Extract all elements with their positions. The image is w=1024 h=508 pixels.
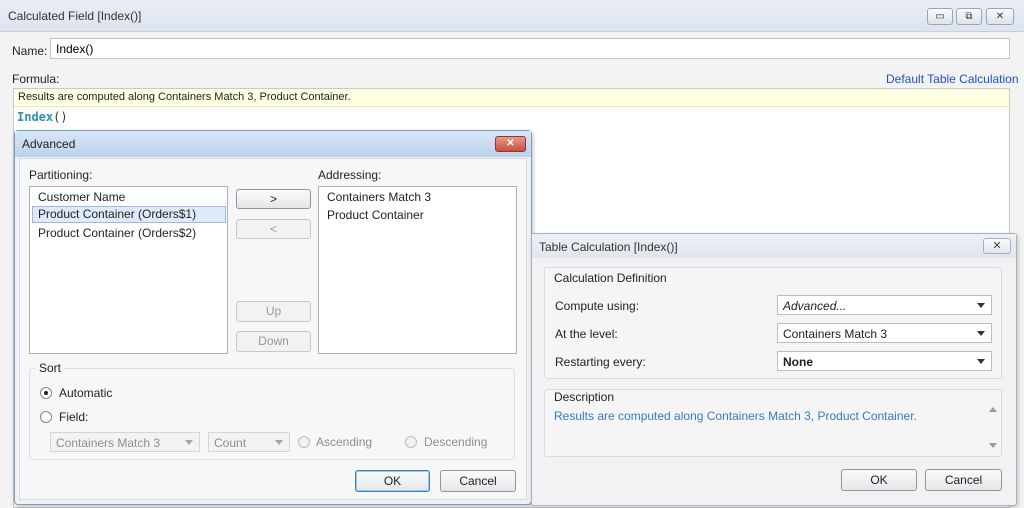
list-item[interactable]: Product Container (Orders$2) (32, 225, 202, 242)
move-to-addressing-button[interactable]: > (236, 189, 311, 209)
list-item[interactable]: Product Container (321, 207, 430, 224)
description-scrollbar[interactable] (984, 397, 1001, 455)
advanced-close-button[interactable]: ✕ (495, 136, 526, 152)
close-button[interactable]: ✕ (986, 8, 1014, 25)
compute-using-label: Compute using: (555, 299, 640, 313)
description-label: Description (554, 390, 615, 404)
field-label: Field: (59, 410, 89, 424)
table-calculation-close-button[interactable]: ✕ (983, 238, 1011, 254)
advanced-titlebar (15, 131, 531, 157)
sort-field-value: Containers Match 3 (56, 436, 161, 450)
descending-radio[interactable] (405, 436, 417, 448)
advanced-title: Advanced (22, 137, 76, 151)
at-level-select[interactable]: Containers Match 3 (777, 323, 992, 343)
up-button[interactable]: Up (236, 301, 311, 322)
advanced-ok-button[interactable]: OK (355, 470, 430, 492)
addressing-list[interactable]: Containers Match 3 Product Container (318, 186, 517, 354)
formula-function: Index (17, 110, 54, 124)
automatic-label: Automatic (59, 386, 113, 400)
sort-field-select[interactable]: Containers Match 3 (50, 432, 200, 452)
chevron-down-icon (977, 331, 985, 336)
chevron-down-icon (185, 440, 193, 445)
restarting-every-value: None (783, 355, 813, 369)
restarting-every-label: Restarting every: (555, 355, 646, 369)
chevron-down-icon (275, 440, 283, 445)
scroll-up-icon[interactable] (989, 407, 997, 412)
partitioning-list[interactable]: Customer Name Product Container (Orders$… (29, 186, 228, 354)
formula-parens: () (53, 110, 68, 124)
list-item[interactable]: Containers Match 3 (321, 189, 437, 206)
table-calculation-cancel-button[interactable]: Cancel (925, 469, 1002, 491)
partitioning-label: Partitioning: (29, 168, 93, 182)
chevron-down-icon (977, 303, 985, 308)
ascending-radio[interactable] (298, 436, 310, 448)
restarting-every-select[interactable]: None (777, 351, 992, 371)
ascending-label: Ascending (316, 435, 373, 449)
table-calculation-ok-button[interactable]: OK (841, 469, 917, 491)
addressing-label: Addressing: (318, 168, 382, 182)
list-item-selected[interactable]: Product Container (Orders$1) (32, 206, 226, 223)
at-level-value: Containers Match 3 (783, 327, 888, 341)
formula-label: Formula: (12, 72, 60, 86)
aggregation-select[interactable]: Count (208, 432, 290, 452)
list-item[interactable]: Customer Name (32, 189, 131, 206)
compute-using-value: Advanced... (783, 299, 847, 313)
automatic-radio[interactable] (40, 387, 52, 399)
window-title: Calculated Field [Index()] (8, 9, 142, 23)
sort-label: Sort (36, 361, 65, 375)
scroll-down-icon[interactable] (989, 443, 997, 448)
chevron-down-icon (977, 359, 985, 364)
name-label: Name: (12, 44, 48, 58)
advanced-cancel-button[interactable]: Cancel (440, 470, 516, 492)
at-level-label: At the level: (555, 327, 618, 341)
name-input[interactable] (50, 38, 1010, 59)
formula-code[interactable]: Index() (17, 110, 68, 124)
compute-using-select[interactable]: Advanced... (777, 295, 992, 315)
down-button[interactable]: Down (236, 331, 311, 352)
minimize-button[interactable]: ▭ (927, 8, 953, 25)
calculation-definition-label: Calculation Definition (554, 271, 667, 285)
maximize-button[interactable]: ⧉ (956, 8, 982, 25)
descending-label: Descending (424, 435, 488, 449)
move-to-partitioning-button[interactable]: < (236, 219, 311, 239)
aggregation-value: Count (214, 436, 247, 450)
main-titlebar (0, 0, 1024, 32)
formula-hint: Results are computed along Containers Ma… (14, 89, 1009, 107)
table-calculation-title: Table Calculation [Index()] (539, 240, 678, 254)
default-table-calculation-link[interactable]: Default Table Calculation (886, 72, 1019, 86)
description-text: Results are computed along Containers Ma… (554, 409, 917, 423)
field-radio[interactable] (40, 411, 52, 423)
